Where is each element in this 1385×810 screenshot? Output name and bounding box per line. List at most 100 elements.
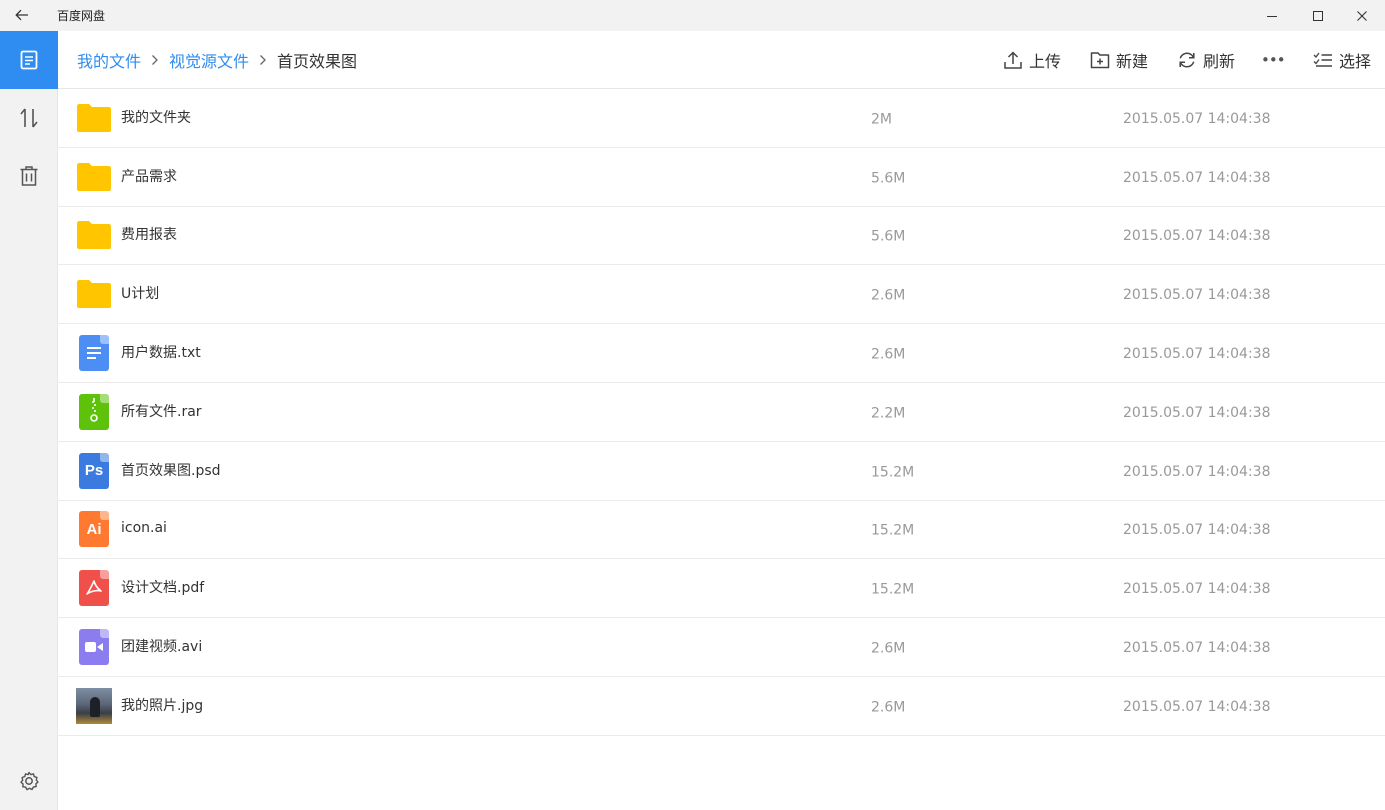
file-icon-container [76, 629, 112, 666]
file-row[interactable]: U计划 2.6M 2015.05.07 14:04:38 [58, 265, 1385, 325]
select-label: 选择 [1339, 52, 1372, 71]
file-row[interactable]: 费用报表 5.6M 2015.05.07 14:04:38 [58, 207, 1385, 266]
file-list-icon [20, 50, 38, 70]
file-row[interactable]: 团建视频.avi 2.6M 2015.05.07 14:04:38 [58, 618, 1385, 677]
file-date: 2015.05.07 14:04:38 [1123, 522, 1271, 539]
refresh-button[interactable]: 刷新 [1177, 31, 1235, 89]
file-icon-container [76, 276, 112, 312]
maximize-button[interactable] [1295, 0, 1341, 31]
select-list-icon [1313, 52, 1332, 67]
photoshop-file-icon: Ps [79, 452, 109, 489]
top-bar: 我的文件 视觉源文件 首页效果图 上传 新建 刷新 ••• 选择 [58, 31, 1385, 89]
folder-icon [77, 162, 111, 191]
file-name: icon.ai [121, 520, 167, 537]
new-button[interactable]: 新建 [1090, 31, 1148, 89]
new-folder-icon [1090, 52, 1110, 69]
upload-button[interactable]: 上传 [1003, 31, 1061, 89]
ai-icon-text: Ai [86, 520, 102, 538]
file-name: 我的照片.jpg [121, 697, 204, 714]
file-row[interactable]: 产品需求 5.6M 2015.05.07 14:04:38 [58, 148, 1385, 207]
sidebar-item-trash[interactable] [0, 147, 58, 205]
select-button[interactable]: 选择 [1313, 31, 1371, 89]
file-name: 所有文件.rar [121, 403, 202, 420]
minimize-icon [1267, 15, 1277, 17]
file-icon-container [76, 159, 112, 195]
folder-icon [77, 221, 111, 250]
file-name: 团建视频.avi [121, 639, 203, 656]
file-icon-container [76, 570, 112, 607]
breadcrumb: 我的文件 视觉源文件 首页效果图 [77, 31, 357, 89]
video-file-icon [79, 629, 109, 666]
breadcrumb-my-files[interactable]: 我的文件 [77, 48, 141, 72]
file-name: 用户数据.txt [121, 345, 201, 362]
file-row[interactable]: 所有文件.rar 2.2M 2015.05.07 14:04:38 [58, 383, 1385, 442]
arrow-left-icon [15, 9, 28, 21]
archive-file-icon [79, 393, 109, 430]
more-button[interactable]: ••• [1261, 31, 1286, 89]
file-size: 15.2M [871, 581, 915, 598]
file-date: 2015.05.07 14:04:38 [1123, 639, 1271, 656]
file-date: 2015.05.07 14:04:38 [1123, 581, 1271, 598]
file-icon-container [76, 100, 112, 136]
file-name: U计划 [121, 286, 160, 303]
refresh-label: 刷新 [1203, 52, 1236, 71]
file-date: 2015.05.07 14:04:38 [1123, 228, 1271, 245]
file-size: 2.6M [871, 699, 906, 716]
file-size: 15.2M [871, 464, 915, 481]
file-row[interactable]: 我的照片.jpg 2.6M 2015.05.07 14:04:38 [58, 677, 1385, 736]
refresh-icon [1179, 52, 1195, 68]
file-name: 产品需求 [121, 168, 177, 185]
folder-icon [77, 280, 111, 309]
minimize-button[interactable] [1249, 0, 1295, 31]
file-size: 5.6M [871, 229, 906, 246]
back-button[interactable] [8, 4, 36, 26]
file-size: 2.6M [871, 346, 906, 363]
psd-icon-text: Ps [84, 462, 104, 480]
file-size: 15.2M [871, 523, 915, 540]
sidebar-item-transfer[interactable] [0, 89, 58, 147]
upload-label: 上传 [1029, 52, 1062, 71]
file-name: 我的文件夹 [121, 109, 191, 126]
file-name: 费用报表 [121, 227, 177, 244]
file-date: 2015.05.07 14:04:38 [1123, 345, 1271, 362]
upload-icon [1004, 51, 1022, 69]
more-icon: ••• [1261, 51, 1286, 69]
file-size: 2.6M [871, 287, 906, 304]
title-bar: 百度网盘 [0, 0, 1385, 31]
text-file-icon [79, 335, 109, 372]
illustrator-file-icon: Ai [79, 511, 109, 548]
settings-icon [20, 771, 39, 791]
file-row[interactable]: Ps 首页效果图.psd 15.2M 2015.05.07 14:04:38 [58, 442, 1385, 501]
file-date: 2015.05.07 14:04:38 [1123, 169, 1271, 186]
transfer-icon [20, 108, 38, 128]
maximize-icon [1313, 10, 1323, 21]
file-row[interactable]: 用户数据.txt 2.6M 2015.05.07 14:04:38 [58, 324, 1385, 383]
photo-thumbnail [76, 687, 112, 724]
sidebar-item-files[interactable] [0, 31, 58, 89]
file-icon-container: Ps [76, 452, 112, 489]
window-title: 百度网盘 [57, 9, 106, 23]
file-row[interactable]: 设计文档.pdf 15.2M 2015.05.07 14:04:38 [58, 559, 1385, 619]
file-icon-container [76, 393, 112, 430]
sidebar [0, 31, 58, 810]
file-name: 首页效果图.psd [121, 462, 221, 479]
file-date: 2015.05.07 14:04:38 [1123, 463, 1271, 480]
file-row[interactable]: 我的文件夹 2M 2015.05.07 14:04:38 [58, 89, 1385, 148]
file-size: 2M [871, 111, 892, 128]
file-icon-container: Ai [76, 511, 112, 548]
file-date: 2015.05.07 14:04:38 [1123, 110, 1271, 127]
pdf-file-icon [79, 570, 109, 607]
file-icon-container [76, 217, 112, 253]
folder-icon [77, 103, 111, 132]
chevron-right-icon [249, 54, 277, 66]
file-date: 2015.05.07 14:04:38 [1123, 698, 1271, 715]
close-button[interactable] [1339, 0, 1385, 31]
chevron-right-icon [141, 54, 169, 66]
breadcrumb-visual-source[interactable]: 视觉源文件 [169, 48, 249, 72]
file-date: 2015.05.07 14:04:38 [1123, 287, 1271, 304]
file-list: 我的文件夹 2M 2015.05.07 14:04:38 产品需求 5.6M 2015.0… [58, 89, 1385, 736]
file-row[interactable]: Ai icon.ai 15.2M 2015.05.07 14:04:38 [58, 501, 1385, 560]
sidebar-item-settings[interactable] [0, 752, 58, 810]
new-label: 新建 [1116, 52, 1149, 71]
trash-icon [20, 166, 38, 186]
